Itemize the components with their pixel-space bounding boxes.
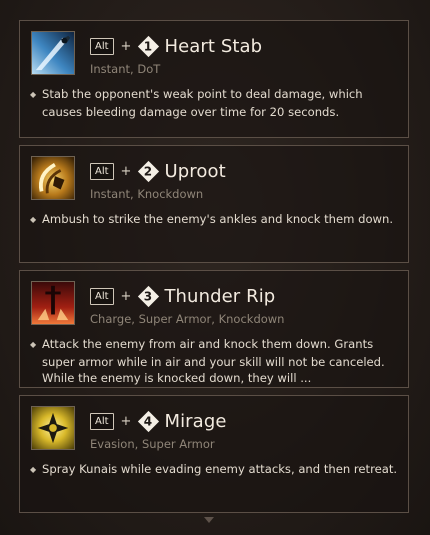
skill-name: Uproot [164,160,226,182]
dagger-stab-icon [31,31,75,75]
skill-card-uproot[interactable]: Alt + 2 Uproot Instant, Knockdown ◆ Ambus… [19,145,409,263]
skill-tags: Charge, Super Armor, Knockdown [90,312,285,326]
skill-tags: Instant, DoT [90,62,161,76]
bullet-icon: ◆ [30,215,37,224]
bullet-icon: ◆ [30,340,37,349]
skill-description-text: Attack the enemy from air and knock them… [42,337,385,385]
chevron-down-icon[interactable] [204,517,214,523]
skill-number: 4 [144,413,154,428]
skill-description: ◆ Spray Kunais while evading enemy attack… [30,461,402,479]
skill-description: ◆ Ambush to strike the enemy's ankles and… [30,211,402,229]
skill-number: 3 [144,288,154,303]
skill-number-diamond: 1 [138,35,160,57]
alt-key-badge: Alt [90,37,114,55]
skill-number-diamond: 3 [138,285,160,307]
uproot-slash-icon [31,156,75,200]
skill-description-text: Stab the opponent's weak point to deal d… [42,87,363,119]
plus-sign: + [120,163,132,179]
skill-tags: Evasion, Super Armor [90,437,215,451]
skill-number: 2 [144,163,154,178]
bullet-icon: ◆ [30,90,37,99]
skill-number-diamond: 2 [138,160,160,182]
skill-card-mirage[interactable]: Alt + 4 Mirage Evasion, Super Armor ◆ Spr… [19,395,409,513]
shuriken-mirage-icon [31,406,75,450]
skill-description: ◆ Stab the opponent's weak point to deal … [30,86,402,120]
skill-card-thunder-rip[interactable]: Alt + 3 Thunder Rip Charge, Super Armor,… [19,270,409,388]
bullet-icon: ◆ [30,465,37,474]
plus-sign: + [120,38,132,54]
alt-key-badge: Alt [90,287,114,305]
skill-number: 1 [144,38,154,53]
skill-description-text: Spray Kunais while evading enemy attacks… [42,462,398,476]
thunder-rip-icon [31,281,75,325]
alt-key-badge: Alt [90,412,114,430]
skill-name: Mirage [164,410,227,432]
skill-name: Heart Stab [164,35,263,57]
alt-key-badge: Alt [90,162,114,180]
skill-tags: Instant, Knockdown [90,187,204,201]
skill-description-text: Ambush to strike the enemy's ankles and … [42,212,394,226]
plus-sign: + [120,413,132,429]
skill-card-heart-stab[interactable]: Alt + 1 Heart Stab Instant, DoT ◆ Stab th… [19,20,409,138]
plus-sign: + [120,288,132,304]
skill-name: Thunder Rip [164,285,276,307]
skill-number-diamond: 4 [138,410,160,432]
skill-description: ◆ Attack the enemy from air and knock the… [30,336,402,387]
